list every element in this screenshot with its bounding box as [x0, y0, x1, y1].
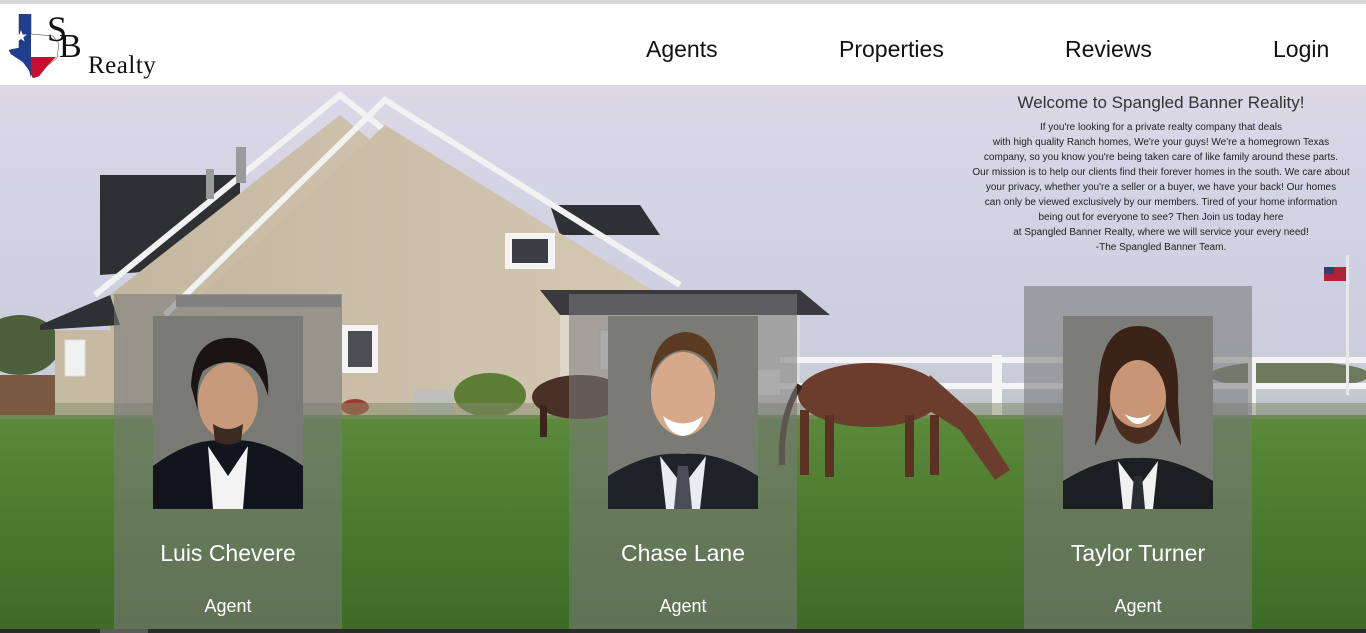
agent-portrait-image — [608, 316, 758, 509]
welcome-line: your privacy, whether you're a seller or… — [985, 182, 1337, 193]
welcome-line: company, so you know you're being taken … — [983, 152, 1339, 163]
welcome-line: Our mission is to help our clients find … — [972, 167, 1350, 178]
site-logo[interactable]: S B Realty — [9, 9, 184, 84]
agent-role: Agent — [659, 596, 707, 616]
agent-photo — [153, 316, 303, 509]
agent-portrait-image — [153, 316, 303, 509]
agent-name: Luis Chevere — [160, 540, 296, 566]
agent-role: Agent — [204, 596, 252, 616]
welcome-line: at Spangled Banner Realty, where we will… — [1013, 227, 1309, 238]
logo-wordmark: Realty — [88, 52, 157, 79]
nav-link-login[interactable]: Login — [1273, 36, 1329, 63]
welcome-line: can only be viewed exclusively by our me… — [984, 197, 1338, 208]
welcome-title: Welcome to Spangled Banner Reality! — [1017, 93, 1305, 112]
agent-portrait-image — [1063, 316, 1213, 509]
welcome-line: being out for everyone to see? Then Join… — [1038, 212, 1284, 223]
agent-photo — [608, 316, 758, 509]
agent-photo — [1063, 316, 1213, 509]
logo-letter-b: B — [59, 28, 82, 65]
welcome-line: with high quality Ranch homes, We're you… — [992, 137, 1330, 148]
agent-name: Taylor Turner — [1070, 540, 1206, 566]
agent-name: Chase Lane — [620, 540, 746, 566]
welcome-signature: -The Spangled Banner Team. — [1095, 242, 1227, 253]
nav-link-agents[interactable]: Agents — [646, 36, 718, 63]
site-header: S B Realty Agents Properties Reviews Log… — [0, 4, 1366, 85]
welcome-section: Welcome to Spangled Banner Reality! If y… — [956, 94, 1366, 255]
nav-link-reviews[interactable]: Reviews — [1065, 36, 1152, 63]
agent-role: Agent — [1114, 596, 1162, 616]
nav-link-properties[interactable]: Properties — [839, 36, 944, 63]
horizontal-scrollbar[interactable] — [0, 629, 1366, 633]
scrollbar-thumb[interactable] — [100, 629, 148, 633]
agent-card-luis-chevere[interactable]: Luis Chevere Agent — [114, 294, 342, 633]
agent-card-chase-lane[interactable]: Chase Lane Agent — [569, 294, 797, 633]
agent-card-taylor-turner[interactable]: Taylor Turner Agent — [1024, 286, 1252, 633]
welcome-line: If you're looking for a private realty c… — [1039, 122, 1283, 133]
page: S B Realty Agents Properties Reviews Log… — [0, 0, 1366, 633]
